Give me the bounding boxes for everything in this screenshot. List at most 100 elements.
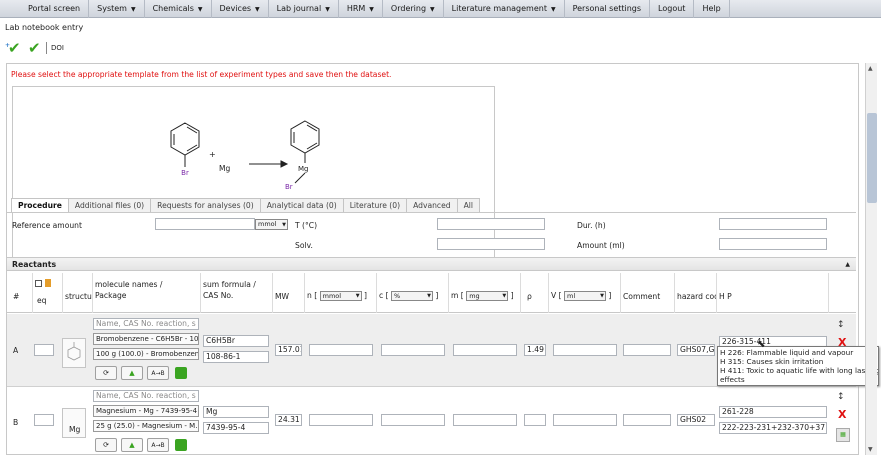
menu-item-literature-management[interactable]: Literature management ▼: [444, 0, 565, 18]
molecule-select[interactable]: Magnesium - Mg - 7439-95-4: [93, 405, 199, 417]
search-input[interactable]: Name, CAS No. reaction, s: [93, 318, 199, 330]
reference-amount-input[interactable]: [155, 218, 255, 230]
tab-literature[interactable]: Literature (0): [342, 198, 408, 212]
amount-input[interactable]: [719, 238, 827, 250]
c-input[interactable]: [381, 414, 445, 426]
scroll-down-icon[interactable]: ▼: [868, 446, 873, 453]
tab-additional-files[interactable]: Additional files (0): [67, 198, 152, 212]
close-icon: X: [838, 408, 847, 421]
temperature-label: T (°C): [295, 221, 318, 230]
duration-label: Dur. (h): [577, 221, 606, 230]
solvent-label: Solv.: [295, 241, 313, 250]
n-input[interactable]: [309, 344, 373, 356]
tab-requests-for-analyses[interactable]: Requests for analyses (0): [150, 198, 261, 212]
convert-button[interactable]: A→B: [147, 438, 169, 452]
check-icon: ✔: [28, 39, 41, 57]
menu-item-logout[interactable]: Logout: [650, 0, 695, 18]
m-unit-select[interactable]: mg ▼: [466, 291, 509, 301]
duration-input[interactable]: [719, 218, 827, 230]
menu-item-help[interactable]: Help: [694, 0, 730, 18]
save-close-button[interactable]: ✔: [28, 39, 42, 57]
entry-tabs: Procedure Additional files (0) Requests fo…: [11, 198, 480, 212]
menu-item-personal-settings[interactable]: Personal settings: [565, 0, 651, 18]
v-unit-select[interactable]: ml ▼: [564, 291, 606, 301]
reorder-icon[interactable]: [45, 279, 52, 287]
eq-input[interactable]: [34, 414, 54, 426]
menu-item-lab-journal[interactable]: Lab journal ▼: [269, 0, 339, 18]
save-button[interactable]: ✔ +: [5, 41, 22, 56]
col-m: m [ mg ▼ ]: [449, 273, 521, 313]
doi-button[interactable]: DOI: [51, 44, 64, 52]
comment-input[interactable]: [623, 344, 671, 356]
collapse-icon[interactable]: ▲: [845, 258, 850, 271]
select-all-checkbox[interactable]: [35, 280, 42, 287]
h-input[interactable]: 261-228: [719, 406, 827, 418]
vertical-scrollbar[interactable]: ▲ ▼: [865, 63, 877, 455]
tab-all[interactable]: All: [456, 198, 480, 212]
scroll-up-icon[interactable]: ▲: [868, 65, 873, 72]
structure-thumbnail[interactable]: [62, 338, 86, 368]
add-package-button[interactable]: [175, 367, 187, 379]
temperature-input[interactable]: [437, 218, 545, 230]
sync-button[interactable]: ⟳: [95, 366, 117, 380]
v-input[interactable]: [553, 414, 617, 426]
tab-analytical-data[interactable]: Analytical data (0): [259, 198, 344, 212]
flask-button[interactable]: ▲: [121, 438, 143, 452]
formula-input[interactable]: Mg: [203, 406, 269, 418]
plus-icon: +: [5, 42, 11, 49]
density-input[interactable]: 1.49: [524, 344, 546, 356]
formula-input[interactable]: C6H5Br: [203, 335, 269, 347]
reaction-parameters: Reference amount mmol ▼ T (°C) Dur. (h) S…: [7, 212, 856, 255]
flask-icon: ▲: [129, 441, 135, 449]
solvent-input[interactable]: [437, 238, 545, 250]
convert-button[interactable]: A→B: [147, 366, 169, 380]
col-hp: H P: [717, 273, 829, 313]
eq-input[interactable]: [34, 344, 54, 356]
c-unit-select[interactable]: % ▼: [390, 291, 433, 301]
sync-button[interactable]: ⟳: [95, 438, 117, 452]
add-package-button[interactable]: [175, 439, 187, 451]
reactants-header[interactable]: Reactants ▲: [7, 257, 856, 271]
m-input[interactable]: [453, 414, 517, 426]
move-icon[interactable]: ↕: [837, 320, 845, 330]
c-input[interactable]: [381, 344, 445, 356]
hazard-input[interactable]: GHS02: [677, 414, 715, 426]
structure-thumbnail[interactable]: Mg: [62, 408, 86, 438]
tab-procedure[interactable]: Procedure: [11, 198, 69, 212]
package-select[interactable]: 25 g (25.0) - Magnesium - M.: [93, 420, 199, 432]
reference-unit-select[interactable]: mmol ▼: [255, 219, 288, 230]
tab-advanced[interactable]: Advanced: [406, 198, 458, 212]
v-input[interactable]: [553, 344, 617, 356]
n-input[interactable]: [309, 414, 373, 426]
chevron-down-icon: ▼: [197, 5, 203, 13]
col-num: #: [7, 273, 33, 313]
n-unit-select[interactable]: mmol ▼: [319, 291, 362, 301]
arrow-icon: A→B: [151, 370, 165, 377]
flask-button[interactable]: ▲: [121, 366, 143, 380]
package-select[interactable]: 100 g (100.0) - Bromobenzen: [93, 348, 199, 360]
chevron-down-icon: ▼: [427, 293, 431, 299]
menu-item-chemicals[interactable]: Chemicals ▼: [145, 0, 212, 18]
menu-item-ordering[interactable]: Ordering ▼: [383, 0, 444, 18]
delete-button[interactable]: X: [838, 408, 846, 421]
p-input[interactable]: 222-223-231+232-370+37: [719, 422, 827, 434]
molecule-select[interactable]: Bromobenzene - C6H5Br - 10: [93, 333, 199, 345]
cas-input[interactable]: 108-86-1: [203, 351, 269, 363]
scrollbar-thumb[interactable]: [867, 113, 877, 203]
mw-input[interactable]: 157.01: [275, 344, 302, 356]
menu-item-hrm[interactable]: HRM ▼: [339, 0, 383, 18]
hazard-tooltip: H 226: Flammable liquid and vapour H 315:…: [717, 346, 879, 386]
move-icon[interactable]: ↕: [837, 392, 845, 402]
comment-input[interactable]: [623, 414, 671, 426]
copy-button[interactable]: ▦: [836, 428, 850, 442]
hazard-input[interactable]: GHS07,GH: [677, 344, 715, 356]
chevron-down-icon: ▼: [130, 5, 136, 13]
cas-input[interactable]: 7439-95-4: [203, 422, 269, 434]
m-input[interactable]: [453, 344, 517, 356]
density-input[interactable]: [524, 414, 546, 426]
menu-item-devices[interactable]: Devices ▼: [212, 0, 269, 18]
mw-input[interactable]: 24.31: [275, 414, 302, 426]
menu-item-portal-screen[interactable]: Portal screen: [0, 0, 90, 18]
search-input[interactable]: Name, CAS No. reaction, s: [93, 390, 199, 402]
menu-item-system[interactable]: System ▼: [89, 0, 145, 18]
